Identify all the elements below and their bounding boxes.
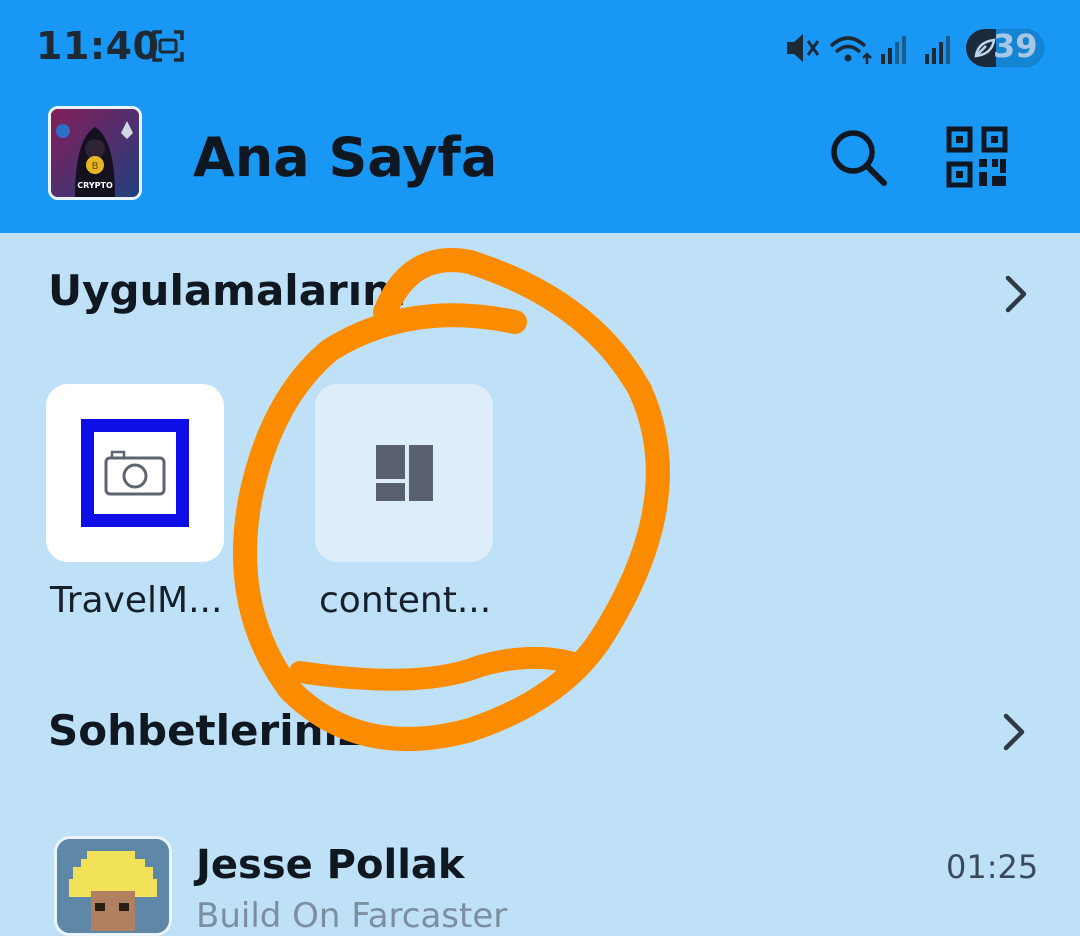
- chats-see-all-chevron-icon[interactable]: [994, 708, 1034, 756]
- apps-section-title: Uygulamalarını: [48, 266, 407, 315]
- app-label: TravelM...: [50, 580, 223, 621]
- status-icons: [787, 34, 950, 64]
- wifi-icon: [829, 36, 872, 64]
- avatar-text: CRYPTO: [77, 181, 113, 190]
- profile-avatar[interactable]: B CRYPTO: [48, 106, 142, 200]
- svg-text:B: B: [92, 161, 99, 172]
- chat-preview: Build On Farcaster: [196, 896, 508, 936]
- status-time: 11:40: [36, 24, 160, 68]
- layout-icon: [376, 445, 433, 501]
- app-label: content...: [319, 580, 492, 621]
- camera-icon: [81, 419, 189, 527]
- chat-time: 01:25: [946, 848, 1039, 886]
- signal-icon: [925, 36, 950, 64]
- chats-section-title: Sohbetleriniz: [48, 706, 363, 755]
- battery-level: 39: [993, 27, 1038, 65]
- app-tile-content[interactable]: [315, 384, 493, 562]
- mute-icon: [787, 34, 820, 62]
- signal-icon: [881, 36, 906, 64]
- chat-name: Jesse Pollak: [196, 842, 465, 888]
- qr-code-icon[interactable]: [946, 126, 1008, 188]
- screenshot-icon: [152, 30, 184, 62]
- chat-avatar: [54, 836, 172, 936]
- app-tile-travel[interactable]: [46, 384, 224, 562]
- search-icon[interactable]: [826, 125, 890, 189]
- app-header: 11:40 39 B CRYPTO Ana Sayfa: [0, 0, 1080, 233]
- apps-see-all-chevron-icon[interactable]: [996, 270, 1036, 318]
- page-title: Ana Sayfa: [193, 126, 498, 189]
